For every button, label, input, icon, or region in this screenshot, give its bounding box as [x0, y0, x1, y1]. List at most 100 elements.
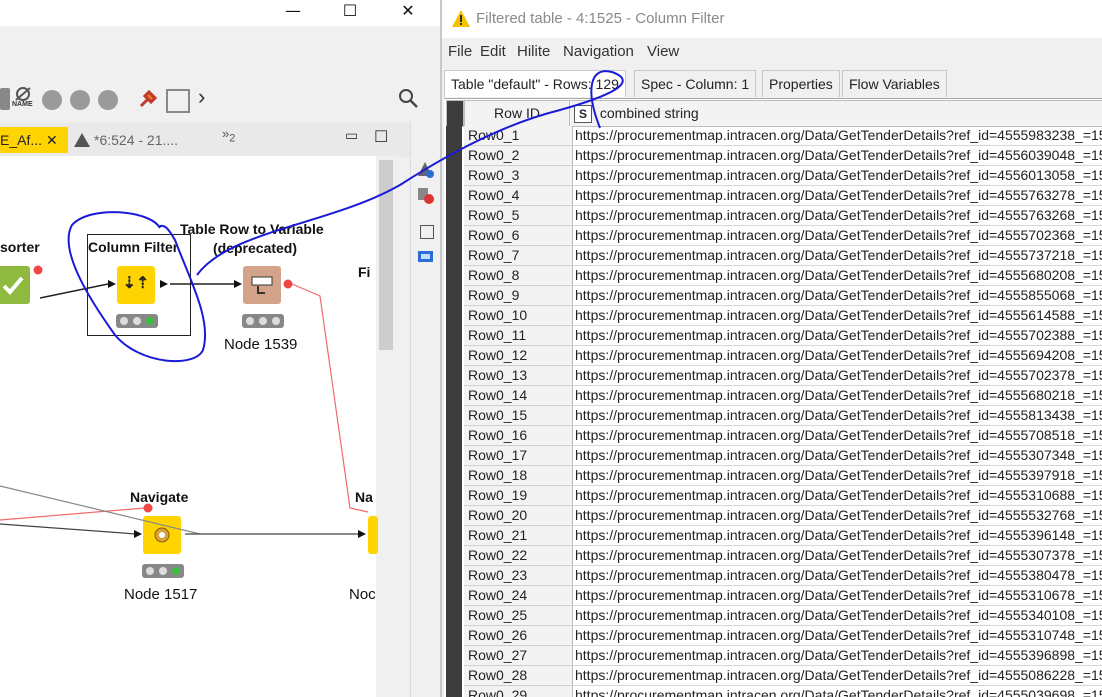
search-icon[interactable] [398, 88, 420, 110]
row-id-cell[interactable]: Row0_3 [464, 166, 573, 186]
row-id-cell[interactable]: Row0_10 [464, 306, 573, 326]
view-maximize-button[interactable]: ☐ [374, 127, 388, 147]
table-row[interactable]: Row0_7 https://procurementmap.intracen.or… [446, 246, 1102, 267]
row-id-cell[interactable]: Row0_29 [464, 686, 573, 697]
table-row[interactable]: Row0_1 https://procurementmap.intracen.or… [446, 126, 1102, 147]
table-row[interactable]: Row0_28 https://procurementmap.intracen.o… [446, 666, 1102, 687]
row-id-cell[interactable]: Row0_5 [464, 206, 573, 226]
table-row[interactable]: Row0_16 https://procurementmap.intracen.o… [446, 426, 1102, 447]
row-id-cell[interactable]: Row0_18 [464, 466, 573, 486]
pause-icon[interactable] [70, 90, 90, 110]
row-id-cell[interactable]: Row0_2 [464, 146, 573, 166]
execute-icon[interactable] [98, 90, 118, 110]
table-row[interactable]: Row0_2 https://procurementmap.intracen.or… [446, 146, 1102, 167]
toolbar-overflow-button[interactable]: › [198, 84, 205, 110]
row-id-cell[interactable]: Row0_25 [464, 606, 573, 626]
tab-workflow-inactive[interactable]: *6:524 - 21.... [74, 127, 214, 153]
combined-string-cell[interactable]: https://procurementmap.intracen.org/Data… [573, 166, 1102, 186]
table-row[interactable]: Row0_3 https://procurementmap.intracen.or… [446, 166, 1102, 187]
table-row[interactable]: Row0_22 https://procurementmap.intracen.o… [446, 546, 1102, 567]
table-row[interactable]: Row0_13 https://procurementmap.intracen.o… [446, 366, 1102, 387]
menu-navigation[interactable]: Navigation [563, 43, 634, 60]
combined-string-cell[interactable]: https://procurementmap.intracen.org/Data… [573, 606, 1102, 626]
menu-edit[interactable]: Edit [480, 43, 506, 60]
view-minimize-button[interactable]: ▭ [345, 127, 358, 144]
row-id-cell[interactable]: Row0_21 [464, 526, 573, 546]
row-id-cell[interactable]: Row0_4 [464, 186, 573, 206]
row-id-cell[interactable]: Row0_7 [464, 246, 573, 266]
tab-spec[interactable]: Spec - Column: 1 [634, 70, 757, 97]
table-row[interactable]: Row0_9 https://procurementmap.intracen.or… [446, 286, 1102, 307]
table-row[interactable]: Row0_21 https://procurementmap.intracen.o… [446, 526, 1102, 547]
reset-icon[interactable] [42, 90, 62, 110]
combined-string-cell[interactable]: https://procurementmap.intracen.org/Data… [573, 406, 1102, 426]
combined-string-cell[interactable]: https://procurementmap.intracen.org/Data… [573, 246, 1102, 266]
info-icon[interactable] [418, 162, 434, 178]
row-id-cell[interactable]: Row0_28 [464, 666, 573, 686]
table-row[interactable]: Row0_23 https://procurementmap.intracen.o… [446, 566, 1102, 587]
table-row[interactable]: Row0_18 https://procurementmap.intracen.o… [446, 466, 1102, 487]
menu-file[interactable]: File [448, 43, 472, 60]
minimize-button[interactable]: — [270, 0, 316, 24]
row-id-cell[interactable]: Row0_6 [464, 226, 573, 246]
combined-string-cell[interactable]: https://procurementmap.intracen.org/Data… [573, 586, 1102, 606]
canvas-scrollbar-thumb[interactable] [379, 160, 393, 350]
menu-hilite[interactable]: Hilite [517, 43, 550, 60]
combined-string-cell[interactable]: https://procurementmap.intracen.org/Data… [573, 326, 1102, 346]
combined-string-cell[interactable]: https://procurementmap.intracen.org/Data… [573, 626, 1102, 646]
restore-icon[interactable] [420, 225, 434, 239]
tab-workflow-active[interactable]: E_Af... ✕ [0, 127, 68, 153]
combined-string-cell[interactable]: https://procurementmap.intracen.org/Data… [573, 266, 1102, 286]
row-id-cell[interactable]: Row0_14 [464, 386, 573, 406]
combined-string-cell[interactable]: https://procurementmap.intracen.org/Data… [573, 446, 1102, 466]
table-row[interactable]: Row0_27 https://procurementmap.intracen.o… [446, 646, 1102, 667]
table-row[interactable]: Row0_17 https://procurementmap.intracen.o… [446, 446, 1102, 467]
combined-string-cell[interactable]: https://procurementmap.intracen.org/Data… [573, 126, 1102, 146]
table-row[interactable]: Row0_14 https://procurementmap.intracen.o… [446, 386, 1102, 407]
layout-icon[interactable] [166, 89, 190, 113]
tab-table-default[interactable]: Table "default" - Rows: 129 [444, 70, 626, 97]
combined-string-cell[interactable]: https://procurementmap.intracen.org/Data… [573, 146, 1102, 166]
table-row[interactable]: Row0_26 https://procurementmap.intracen.o… [446, 626, 1102, 647]
combined-string-cell[interactable]: https://procurementmap.intracen.org/Data… [573, 526, 1102, 546]
close-button[interactable]: ✕ [385, 0, 431, 24]
error-icon[interactable] [418, 188, 434, 204]
table-row[interactable]: Row0_19 https://procurementmap.intracen.o… [446, 486, 1102, 507]
console-icon[interactable] [418, 250, 433, 264]
combined-string-cell[interactable]: https://procurementmap.intracen.org/Data… [573, 386, 1102, 406]
combined-string-cell[interactable]: https://procurementmap.intracen.org/Data… [573, 286, 1102, 306]
combined-string-cell[interactable]: https://procurementmap.intracen.org/Data… [573, 306, 1102, 326]
row-id-cell[interactable]: Row0_11 [464, 326, 573, 346]
row-id-cell[interactable]: Row0_17 [464, 446, 573, 466]
row-id-cell[interactable]: Row0_16 [464, 426, 573, 446]
configure-icon[interactable] [137, 88, 159, 110]
tab-overflow-button[interactable]: »2 [222, 126, 235, 145]
combined-string-cell[interactable]: https://procurementmap.intracen.org/Data… [573, 486, 1102, 506]
row-id-cell[interactable]: Row0_26 [464, 626, 573, 646]
row-id-cell[interactable]: Row0_22 [464, 546, 573, 566]
table-row[interactable]: Row0_29 https://procurementmap.intracen.o… [446, 686, 1102, 697]
row-id-cell[interactable]: Row0_27 [464, 646, 573, 666]
combined-string-cell[interactable]: https://procurementmap.intracen.org/Data… [573, 466, 1102, 486]
combined-string-cell[interactable]: https://procurementmap.intracen.org/Data… [573, 226, 1102, 246]
table-row[interactable]: Row0_12 https://procurementmap.intracen.o… [446, 346, 1102, 367]
combined-string-cell[interactable]: https://procurementmap.intracen.org/Data… [573, 506, 1102, 526]
row-id-cell[interactable]: Row0_13 [464, 366, 573, 386]
row-id-cell[interactable]: Row0_20 [464, 506, 573, 526]
combined-string-cell[interactable]: https://procurementmap.intracen.org/Data… [573, 546, 1102, 566]
tab-close-icon[interactable]: ✕ [46, 127, 58, 153]
table-row[interactable]: Row0_5 https://procurementmap.intracen.or… [446, 206, 1102, 227]
table-row[interactable]: Row0_25 https://procurementmap.intracen.o… [446, 606, 1102, 627]
column-header-row-id[interactable]: Row ID [464, 100, 570, 127]
combined-string-cell[interactable]: https://procurementmap.intracen.org/Data… [573, 186, 1102, 206]
table-row[interactable]: Row0_10 https://procurementmap.intracen.o… [446, 306, 1102, 327]
row-id-cell[interactable]: Row0_8 [464, 266, 573, 286]
tab-flow-variables[interactable]: Flow Variables [842, 70, 947, 97]
row-id-cell[interactable]: Row0_23 [464, 566, 573, 586]
combined-string-cell[interactable]: https://procurementmap.intracen.org/Data… [573, 366, 1102, 386]
row-id-cell[interactable]: Row0_1 [464, 126, 573, 146]
column-header-combined-string[interactable]: S combined string [569, 100, 1102, 127]
menu-view[interactable]: View [647, 43, 679, 60]
table-row[interactable]: Row0_6 https://procurementmap.intracen.or… [446, 226, 1102, 247]
name-icon[interactable]: NAME [12, 86, 34, 110]
